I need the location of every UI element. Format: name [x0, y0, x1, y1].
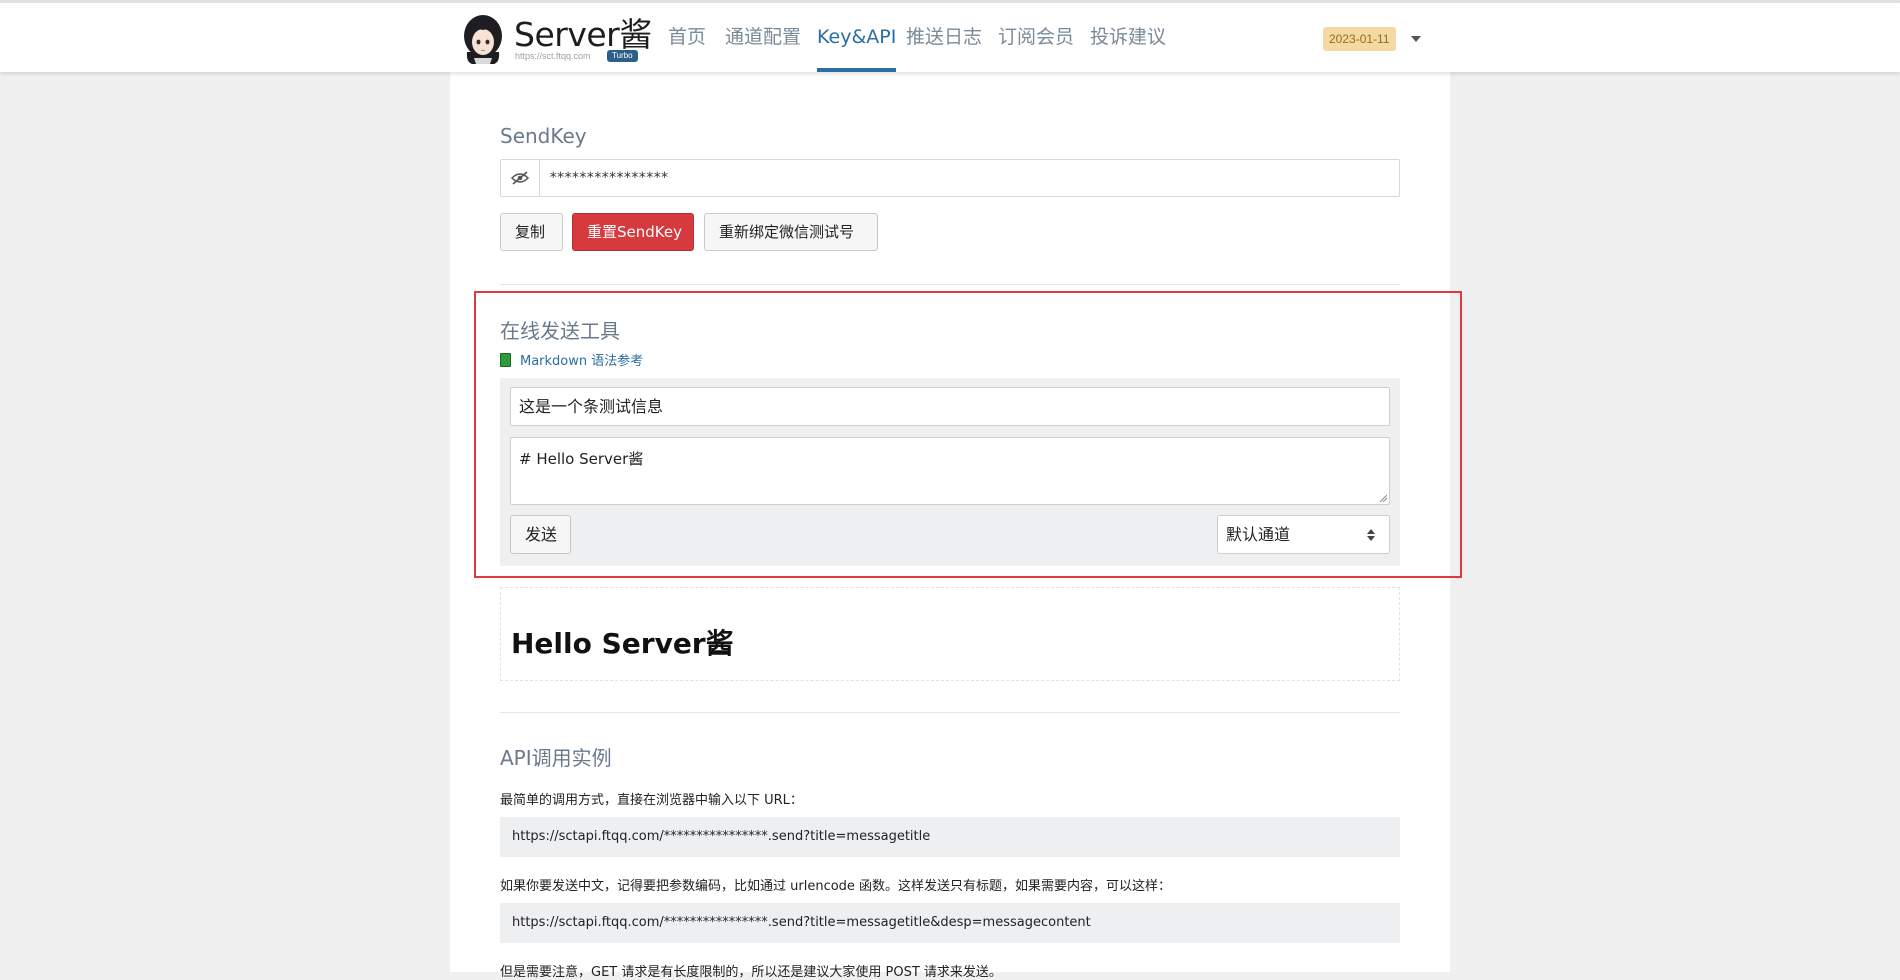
preview-heading: Hello Server酱: [511, 627, 734, 660]
select-arrows-icon: [1367, 529, 1375, 541]
channel-selected-value: 默认通道: [1226, 525, 1291, 544]
sendkey-heading: SendKey: [500, 124, 587, 148]
nav-feedback[interactable]: 投诉建议: [1090, 3, 1166, 72]
channel-select[interactable]: 默认通道: [1217, 515, 1390, 554]
header-bar: Server酱 https://sct.ftqq.com Turbo 首页 通道…: [0, 3, 1900, 72]
brand-title[interactable]: Server酱: [514, 8, 652, 56]
message-content-textarea[interactable]: # Hello Server酱: [510, 437, 1390, 505]
copy-button[interactable]: 复制: [500, 213, 563, 251]
resize-grip-icon[interactable]: [1379, 494, 1387, 502]
api-url-example-1[interactable]: https://sctapi.ftqq.com/****************…: [500, 817, 1400, 857]
nav-home[interactable]: 首页: [668, 3, 706, 72]
api-footer-note: 但是需要注意，GET 请求是有长度限制的，所以还是建议大家使用 POST 请求来…: [500, 965, 1002, 980]
reset-sendkey-button[interactable]: 重置SendKey: [572, 213, 694, 251]
markdown-preview: Hello Server酱: [500, 587, 1400, 681]
book-icon: [500, 352, 511, 367]
avatar[interactable]: [462, 14, 504, 64]
send-tool-form: 这是一个条测试信息 # Hello Server酱 发送 默认通道: [500, 378, 1400, 566]
api-url-example-2[interactable]: https://sctapi.ftqq.com/****************…: [500, 903, 1400, 943]
divider: [500, 712, 1400, 713]
nav-push-log[interactable]: 推送日志: [906, 3, 982, 72]
sendkey-field[interactable]: ****************: [500, 159, 1400, 197]
api-intro-text: 最简单的调用方式，直接在浏览器中输入以下 URL：: [500, 793, 803, 808]
message-content-text: # Hello Server酱: [519, 450, 644, 468]
brand-badge: Turbo: [607, 50, 638, 62]
sendkey-value: ****************: [549, 170, 669, 186]
api-note-text: 如果你要发送中文，记得要把参数编码，比如通过 urlencode 函数。这样发送…: [500, 879, 1172, 894]
chevron-down-icon[interactable]: [1411, 36, 1421, 42]
api-heading: API调用实例: [500, 746, 612, 770]
brand-url: https://sct.ftqq.com: [515, 51, 591, 61]
message-title-input[interactable]: 这是一个条测试信息: [510, 387, 1390, 426]
send-button[interactable]: 发送: [510, 515, 571, 554]
main-panel: SendKey **************** 复制 重置SendKey 重新…: [450, 72, 1450, 980]
nav-subscription[interactable]: 订阅会员: [998, 3, 1074, 72]
eye-slash-icon[interactable]: [501, 160, 540, 196]
nav-key-api[interactable]: Key&API: [817, 3, 897, 72]
rebind-wechat-button[interactable]: 重新绑定微信测试号: [704, 213, 878, 251]
markdown-reference-link[interactable]: Markdown 语法参考: [500, 350, 643, 369]
divider: [500, 284, 1400, 285]
send-tool-heading: 在线发送工具: [500, 319, 620, 343]
nav-channel-config[interactable]: 通道配置: [725, 3, 801, 72]
date-badge[interactable]: 2023-01-11: [1323, 27, 1396, 51]
markdown-link-label: Markdown 语法参考: [520, 354, 644, 369]
